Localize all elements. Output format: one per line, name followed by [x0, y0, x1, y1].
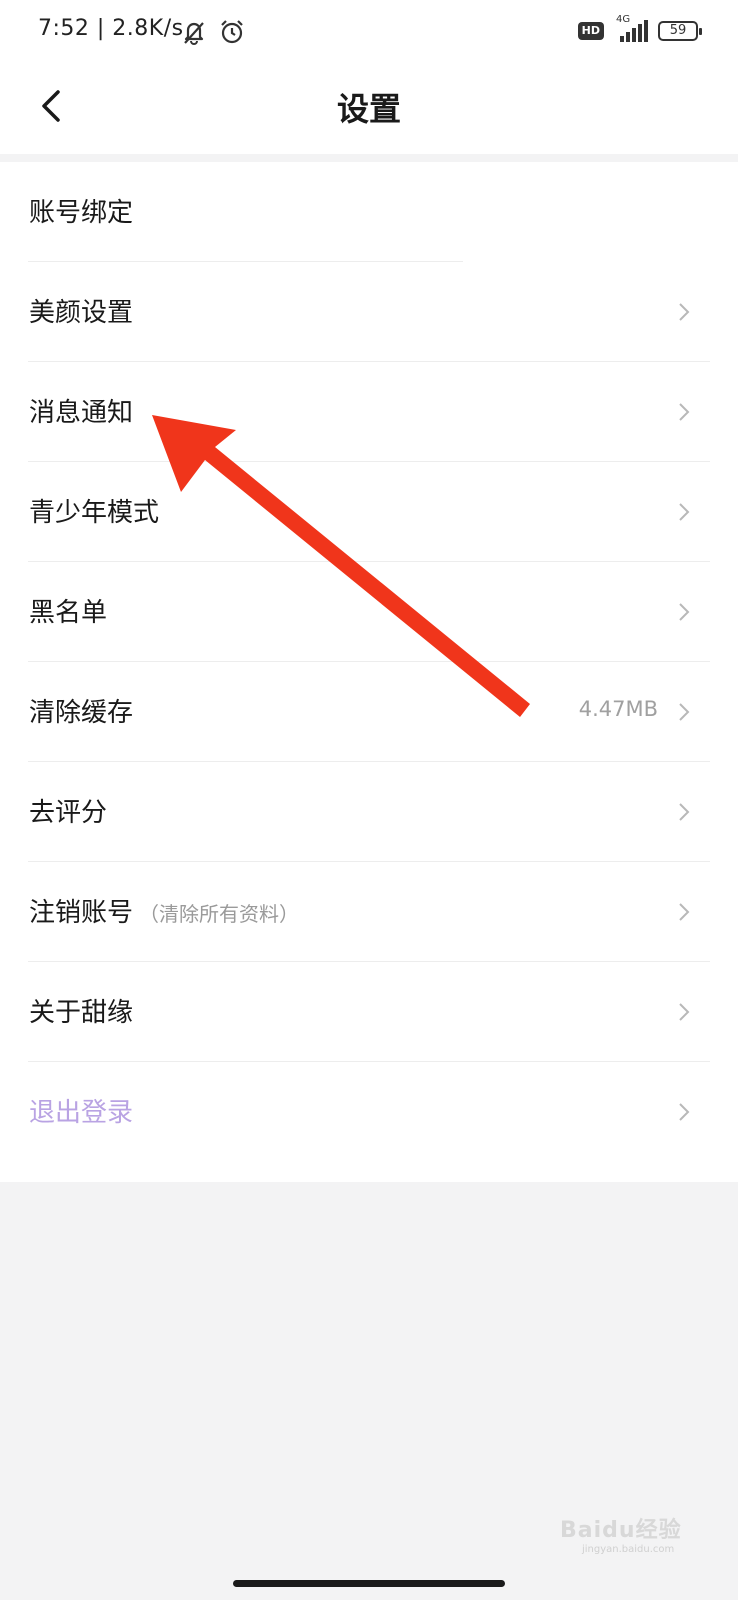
settings-item-label: 去评分 [29, 798, 108, 828]
chevron-right-icon [679, 503, 690, 521]
settings-item-beauty[interactable]: 美颜设置 [0, 262, 738, 362]
chevron-right-icon [679, 1103, 690, 1121]
chevron-right-icon [679, 1003, 690, 1021]
baidu-watermark-url: jingyan.baidu.com [582, 1544, 675, 1555]
settings-item-rate[interactable]: 去评分 [0, 762, 738, 862]
alarm-icon [218, 18, 246, 50]
settings-item-label: 注销账号 [29, 898, 134, 928]
hd-icon: HD [577, 22, 604, 40]
settings-item-delete-account[interactable]: 注销账号 （清除所有资料） [0, 862, 738, 962]
page-title: 设置 [336, 90, 401, 128]
settings-item-about[interactable]: 关于甜缘 [0, 962, 738, 1062]
status-bar: 7:52 | 2.8K/s HD 4G 59 [0, 0, 738, 64]
settings-item-label-wrap: 注销账号 （清除所有资料） [29, 892, 299, 929]
settings-item-label: 美颜设置 [29, 298, 134, 328]
settings-item-label: 青少年模式 [29, 498, 160, 528]
chevron-right-icon [679, 803, 690, 821]
settings-item-note: （清除所有资料） [139, 902, 300, 926]
chevron-right-icon [679, 603, 690, 621]
signal-icon: 4G [614, 14, 648, 44]
chevron-right-icon [679, 303, 690, 321]
settings-item-account-binding[interactable]: 账号绑定 [0, 162, 738, 262]
home-indicator[interactable] [233, 1580, 505, 1587]
settings-item-label: 消息通知 [29, 398, 134, 428]
settings-item-label: 关于甜缘 [29, 998, 134, 1028]
baidu-watermark: Baidu经验 [560, 1518, 682, 1543]
settings-list: 账号绑定 美颜设置 消息通知 青少年模式 黑名单 清除缓存 4.47MB 去评分… [0, 162, 738, 1182]
settings-item-label: 黑名单 [29, 598, 108, 628]
status-right-group: HD 4G 59 [577, 14, 702, 44]
chevron-right-icon [679, 703, 690, 721]
status-time: 7:52 | 2.8K/s [38, 16, 184, 41]
chevron-right-icon [679, 403, 690, 421]
settings-item-clear-cache[interactable]: 清除缓存 4.47MB [0, 662, 738, 762]
cache-size-value: 4.47MB [578, 697, 658, 721]
bell-muted-icon [180, 18, 208, 50]
settings-item-blacklist[interactable]: 黑名单 [0, 562, 738, 662]
chevron-right-icon [679, 903, 690, 921]
settings-item-label: 清除缓存 [29, 698, 134, 728]
settings-item-logout[interactable]: 退出登录 [0, 1062, 738, 1162]
settings-item-teen-mode[interactable]: 青少年模式 [0, 462, 738, 562]
battery-icon: 59 [658, 21, 702, 41]
header: 设置 [0, 64, 738, 154]
settings-item-label: 账号绑定 [29, 198, 134, 228]
settings-item-notifications[interactable]: 消息通知 [0, 362, 738, 462]
logout-label: 退出登录 [29, 1098, 134, 1128]
settings-page: 7:52 | 2.8K/s HD 4G 59 设置 账号绑定 美颜设置 消息通知… [0, 0, 738, 1600]
